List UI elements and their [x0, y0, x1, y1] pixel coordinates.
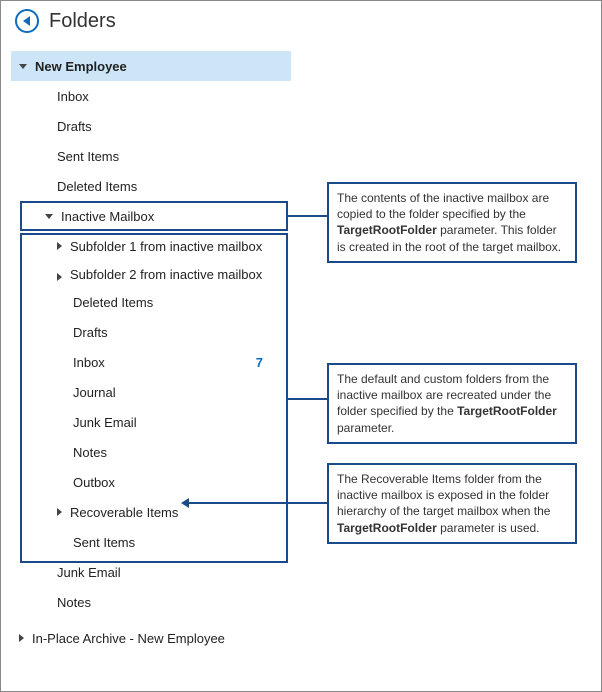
- folder-label: Journal: [73, 385, 116, 400]
- callout-bold: TargetRootFolder: [337, 521, 437, 535]
- folder-notes[interactable]: Notes: [11, 587, 291, 617]
- folder-label: Subfolder 2 from inactive mailbox: [70, 267, 262, 282]
- collapse-icon[interactable]: [19, 634, 24, 642]
- callout-recreated-folders: The default and custom folders from the …: [327, 363, 577, 444]
- folder-im-drafts[interactable]: Drafts: [11, 317, 291, 347]
- callout-text: The Recoverable Items folder from the in…: [337, 472, 550, 518]
- collapse-icon[interactable]: [57, 273, 62, 281]
- folder-label: Inbox: [57, 89, 89, 104]
- unread-count: 7: [256, 355, 263, 370]
- collapse-icon[interactable]: [57, 508, 62, 516]
- folder-label: Sent Items: [73, 535, 135, 550]
- folder-im-junk[interactable]: Junk Email: [11, 407, 291, 437]
- folder-label: Recoverable Items: [70, 505, 178, 520]
- folder-tree: New Employee Inbox Drafts Sent Items Del…: [11, 51, 291, 653]
- folder-label: Junk Email: [57, 565, 121, 580]
- callout-text: parameter is used.: [437, 521, 540, 535]
- folder-inactive-mailbox[interactable]: Inactive Mailbox: [11, 201, 291, 231]
- folder-label: Subfolder 1 from inactive mailbox: [70, 239, 262, 254]
- callout-bold: TargetRootFolder: [337, 223, 437, 237]
- folder-label: Deleted Items: [57, 179, 137, 194]
- connector-line: [288, 398, 327, 400]
- back-arrow-icon: [23, 16, 30, 26]
- folder-im-sent[interactable]: Sent Items: [11, 527, 291, 557]
- folder-im-inbox[interactable]: Inbox 7: [11, 347, 291, 377]
- callout-text: The contents of the inactive mailbox are…: [337, 191, 549, 221]
- folder-label: Inbox: [73, 355, 105, 370]
- folder-label: Sent Items: [57, 149, 119, 164]
- folder-label: Outbox: [73, 475, 115, 490]
- folder-new-employee[interactable]: New Employee: [11, 51, 291, 81]
- callout-targetrootfolder: The contents of the inactive mailbox are…: [327, 182, 577, 263]
- app-frame: Folders New Employee Inbox Drafts Sent I…: [0, 0, 602, 692]
- folder-label: Notes: [57, 595, 91, 610]
- callout-recoverable-items: The Recoverable Items folder from the in…: [327, 463, 577, 544]
- callout-text: parameter.: [337, 421, 394, 435]
- folder-label: Drafts: [73, 325, 108, 340]
- header: Folders: [1, 1, 601, 39]
- folder-label: Deleted Items: [73, 295, 153, 310]
- folder-label: Inactive Mailbox: [61, 209, 154, 224]
- folder-inplace-archive[interactable]: In-Place Archive - New Employee: [11, 623, 291, 653]
- callout-bold: TargetRootFolder: [457, 404, 557, 418]
- folder-subfolder-2[interactable]: Subfolder 2 from inactive mailbox: [11, 261, 291, 287]
- connector-line: [288, 215, 327, 217]
- folder-junk[interactable]: Junk Email: [11, 557, 291, 587]
- folder-im-journal[interactable]: Journal: [11, 377, 291, 407]
- folder-im-outbox[interactable]: Outbox: [11, 467, 291, 497]
- folder-drafts[interactable]: Drafts: [11, 111, 291, 141]
- folder-deleted-items[interactable]: Deleted Items: [11, 171, 291, 201]
- back-button[interactable]: [15, 9, 39, 33]
- folder-im-deleted[interactable]: Deleted Items: [11, 287, 291, 317]
- folder-inbox[interactable]: Inbox: [11, 81, 291, 111]
- folder-label: In-Place Archive - New Employee: [32, 631, 225, 646]
- folder-label: New Employee: [35, 59, 127, 74]
- folder-label: Junk Email: [73, 415, 137, 430]
- folder-im-notes[interactable]: Notes: [11, 437, 291, 467]
- collapse-icon[interactable]: [57, 242, 62, 250]
- folder-label: Drafts: [57, 119, 92, 134]
- expand-icon[interactable]: [19, 64, 27, 69]
- expand-icon[interactable]: [45, 214, 53, 219]
- folder-im-recoverable[interactable]: Recoverable Items: [11, 497, 291, 527]
- folder-label: Notes: [73, 445, 107, 460]
- page-title: Folders: [49, 10, 116, 33]
- folder-subfolder-1[interactable]: Subfolder 1 from inactive mailbox: [11, 231, 291, 261]
- folder-sent-items[interactable]: Sent Items: [11, 141, 291, 171]
